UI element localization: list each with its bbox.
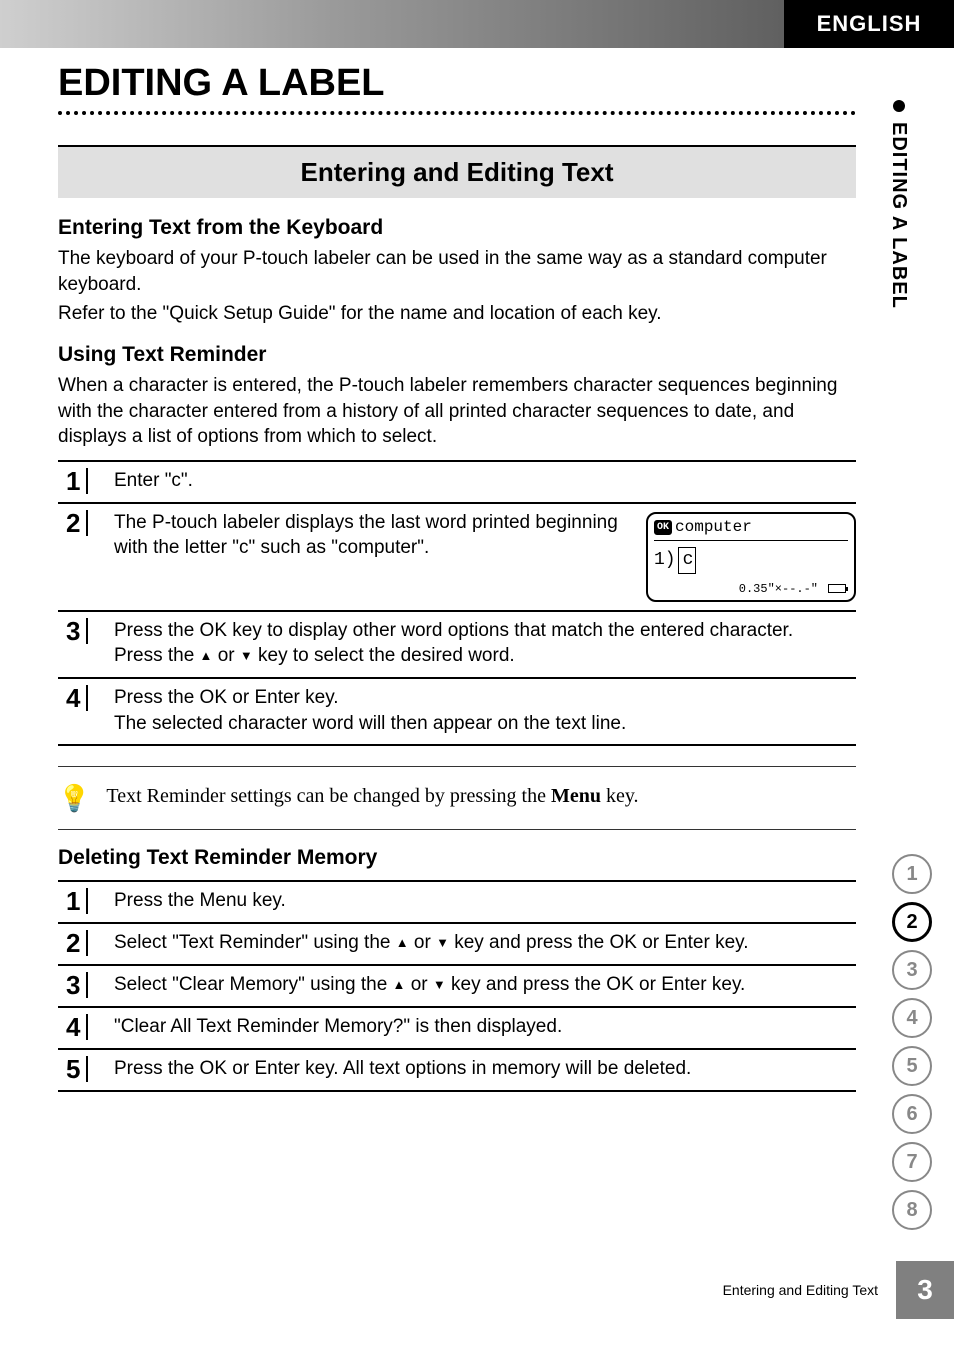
subheading-text-reminder: Using Text Reminder [58,343,856,367]
note-text: Text Reminder settings can be changed by… [106,785,638,808]
section-title: Entering and Editing Text [58,145,856,198]
step-row: 1 Press the Menu key. [58,882,856,924]
step-row: 4 "Clear All Text Reminder Memory?" is t… [58,1008,856,1050]
down-arrow-icon: ▼ [436,934,449,952]
battery-icon [828,584,846,593]
step-number: 1 [66,468,88,494]
step-text: Press the OK or Enter key. All text opti… [114,1056,856,1082]
footer: Entering and Editing Text 3 [723,1261,954,1319]
chapter-nav-item-8[interactable]: 8 [892,1190,932,1230]
down-arrow-icon: ▼ [240,647,253,665]
chapter-nav-item-5[interactable]: 5 [892,1046,932,1086]
step-text: "Clear All Text Reminder Memory?" is the… [114,1014,856,1040]
note-row: 💡 Text Reminder settings can be changed … [58,766,856,830]
ok-badge-icon: OK [654,520,672,536]
step-row: 2 Select "Text Reminder" using the ▲ or … [58,924,856,966]
step-number: 4 [66,1014,88,1040]
bullet-icon [893,100,905,112]
lightbulb-icon: 💡 [58,785,90,811]
body-text: Refer to the "Quick Setup Guide" for the… [58,301,856,327]
subheading-deleting-memory: Deleting Text Reminder Memory [58,846,856,870]
chapter-nav-item-3[interactable]: 3 [892,950,932,990]
step-number: 5 [66,1056,88,1082]
step-row: 3 Select "Clear Memory" using the ▲ or ▼… [58,966,856,1008]
vertical-chapter-tab: EDITING A LABEL [887,100,910,309]
step-row: 5 Press the OK or Enter key. All text op… [58,1050,856,1092]
step-text: Press the Menu key. [114,888,856,914]
vertical-tab-label: EDITING A LABEL [887,122,910,309]
step-row: 3 Press the OK key to display other word… [58,612,856,679]
step-text: Press the OK or Enter key. The selected … [114,685,856,736]
down-arrow-icon: ▼ [433,976,446,994]
step-text: Press the OK key to display other word o… [114,618,856,669]
lcd-suggestion: computer [675,517,752,539]
chapter-nav-item-1[interactable]: 1 [892,854,932,894]
lcd-line-indicator: 1) [654,548,676,572]
step-text: Select "Clear Memory" using the ▲ or ▼ k… [114,972,856,998]
step-row: 1 Enter "c". [58,462,856,504]
body-text: When a character is entered, the P-touch… [58,373,856,450]
step-number: 3 [66,618,88,644]
chapter-nav-item-2[interactable]: 2 [892,902,932,942]
lcd-input: c [678,547,697,573]
chapter-title: EDITING A LABEL [58,62,856,115]
step-text: Enter "c". [114,468,856,494]
step-number: 3 [66,972,88,998]
up-arrow-icon: ▲ [396,934,409,952]
language-tab: ENGLISH [784,0,954,48]
body-text: The keyboard of your P-touch labeler can… [58,246,856,297]
step-row: 4 Press the OK or Enter key. The selecte… [58,679,856,746]
up-arrow-icon: ▲ [200,647,213,665]
up-arrow-icon: ▲ [393,976,406,994]
subheading-entering-text: Entering Text from the Keyboard [58,216,856,240]
footer-section-text: Entering and Editing Text [723,1282,878,1298]
step-number: 1 [66,888,88,914]
lcd-screen-illustration: OK computer 1) c 0.35"×--.-" [646,512,856,602]
main-content: EDITING A LABEL Entering and Editing Tex… [0,48,954,1092]
chapter-nav-item-4[interactable]: 4 [892,998,932,1038]
step-text: Select "Text Reminder" using the ▲ or ▼ … [114,930,856,956]
chapter-nav-item-6[interactable]: 6 [892,1094,932,1134]
lcd-status: 0.35"×--.-" [739,581,818,597]
step-text: The P-touch labeler displays the last wo… [114,510,632,602]
step-number: 2 [66,930,88,956]
page-number: 3 [896,1261,954,1319]
chapter-nav: 1 2 3 4 5 6 7 8 [892,854,932,1230]
step-row: 2 The P-touch labeler displays the last … [58,504,856,612]
chapter-nav-item-7[interactable]: 7 [892,1142,932,1182]
step-number: 4 [66,685,88,711]
step-number: 2 [66,510,88,536]
